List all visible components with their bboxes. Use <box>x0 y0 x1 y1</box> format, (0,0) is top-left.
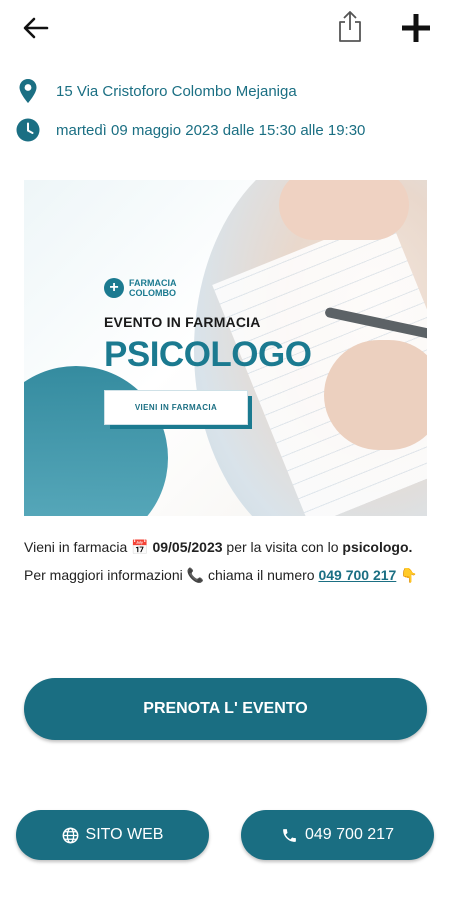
location-pin-icon <box>16 78 40 104</box>
pharmacy-cross-icon: + <box>104 278 124 298</box>
book-event-button[interactable]: PRENOTA L' EVENTO <box>24 678 427 740</box>
event-banner-image: + FARMACIA COLOMBO EVENTO IN FARMACIA PS… <box>24 180 427 516</box>
event-description: Vieni in farmacia 📅 09/05/2023 per la vi… <box>24 539 418 583</box>
event-address: 15 Via Cristoforo Colombo Mejaniga <box>56 82 297 100</box>
plus-icon[interactable] <box>396 8 436 48</box>
website-label: SITO WEB <box>85 826 164 843</box>
clock-icon <box>16 117 40 143</box>
event-datetime-row: martedì 09 maggio 2023 dalle 15:30 alle … <box>16 117 365 143</box>
decorative-circle <box>24 366 168 516</box>
banner-headline: PSICOLOGO <box>104 335 312 374</box>
hand-pointing-down-icon: 👇 <box>400 567 418 583</box>
banner-event-title: EVENTO IN FARMACIA <box>104 314 261 330</box>
call-label: 049 700 217 <box>305 826 394 843</box>
phone-emoji-icon: 📞 <box>186 567 205 583</box>
back-arrow-icon[interactable] <box>18 10 54 46</box>
pharmacy-logo: + FARMACIA COLOMBO <box>104 278 177 298</box>
phone-icon <box>281 827 298 844</box>
website-button[interactable]: SITO WEB <box>16 810 209 860</box>
globe-icon <box>62 827 79 844</box>
call-button[interactable]: 049 700 217 <box>241 810 434 860</box>
event-address-row: 15 Via Cristoforo Colombo Mejaniga <box>16 78 297 104</box>
logo-line-1: FARMACIA <box>129 278 177 288</box>
phone-number-link[interactable]: 049 700 217 <box>318 567 396 583</box>
event-datetime: martedì 09 maggio 2023 dalle 15:30 alle … <box>56 121 366 139</box>
book-event-label: PRENOTA L' EVENTO <box>143 700 308 717</box>
top-bar <box>0 0 450 56</box>
banner-cta: VIENI IN FARMACIA <box>104 390 248 425</box>
calendar-emoji-icon: 📅 <box>131 539 149 555</box>
share-icon[interactable] <box>334 8 366 44</box>
logo-line-2: COLOMBO <box>129 288 176 298</box>
